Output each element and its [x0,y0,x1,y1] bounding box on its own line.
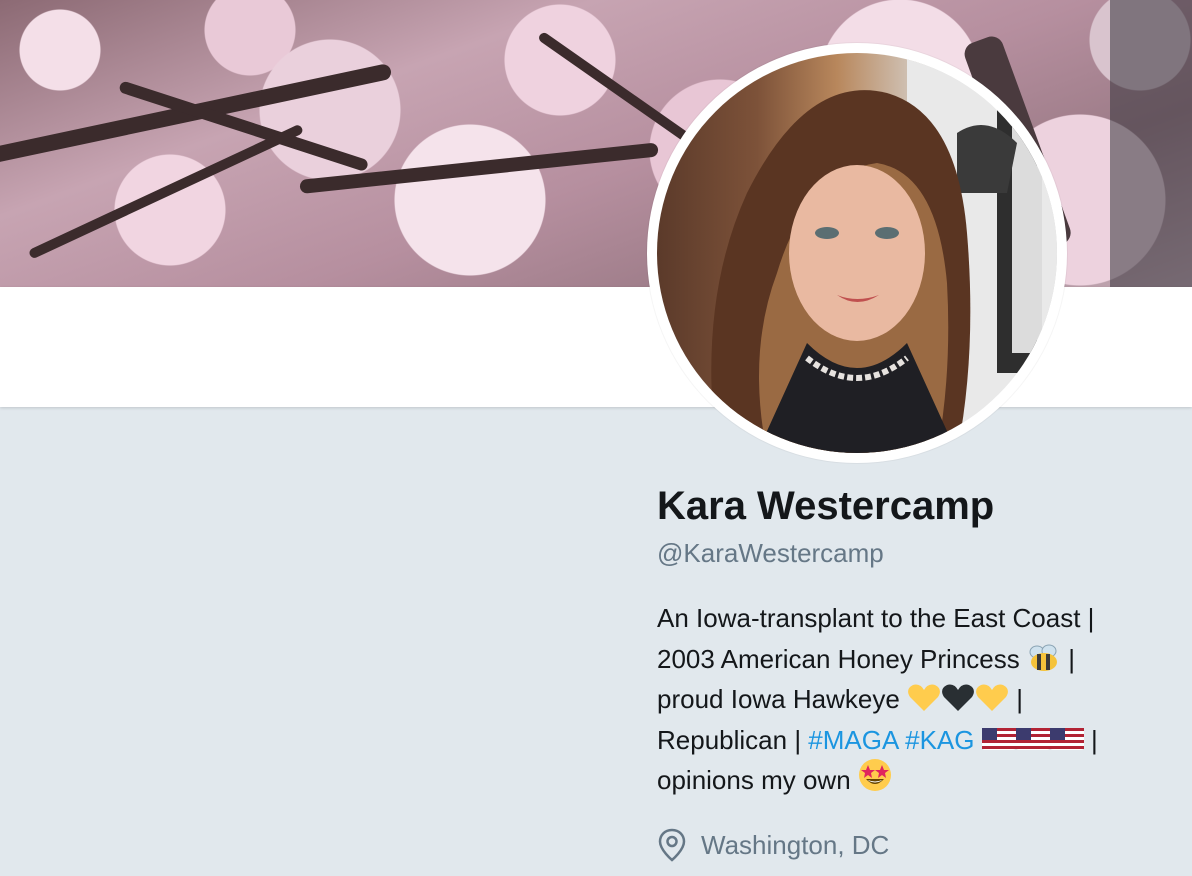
bio-line-3: proud Iowa Hawkeye | [657,683,1024,714]
bee-emoji [1027,643,1061,673]
profile-bio: An Iowa-transplant to the East Coast | 2… [657,598,1177,801]
us-flag-emoji [1049,724,1084,754]
location-text: Washington, DC [701,829,890,860]
profile-avatar[interactable] [647,43,1067,463]
yellow-heart-emoji [975,683,1009,713]
bio-line-5: opinions my own [657,759,1177,801]
hashtag-maga-link[interactable]: #MAGA [808,725,898,755]
avatar-photo [657,53,1057,453]
profile-location: Washington, DC [657,828,889,862]
hashtag-kag-link[interactable]: #KAG [905,725,974,755]
location-pin-icon [657,828,687,862]
us-flag-emoji [1015,724,1050,754]
bio-line-2: 2003 American Honey Princess | [657,643,1075,674]
profile-name[interactable]: Kara Westercamp [657,484,994,529]
profile-handle[interactable]: @KaraWestercamp [657,538,884,569]
bio-line-4: Republican | #MAGA #KAG | [657,724,1098,755]
bio-line-1: An Iowa-transplant to the East Coast | [657,603,1095,633]
black-heart-emoji [941,683,975,713]
us-flag-emoji [981,724,1016,754]
star-struck-emoji [858,759,892,794]
profile-page: Kara Westercamp @KaraWestercamp An Iowa-… [0,0,1192,876]
yellow-heart-emoji [907,683,941,713]
